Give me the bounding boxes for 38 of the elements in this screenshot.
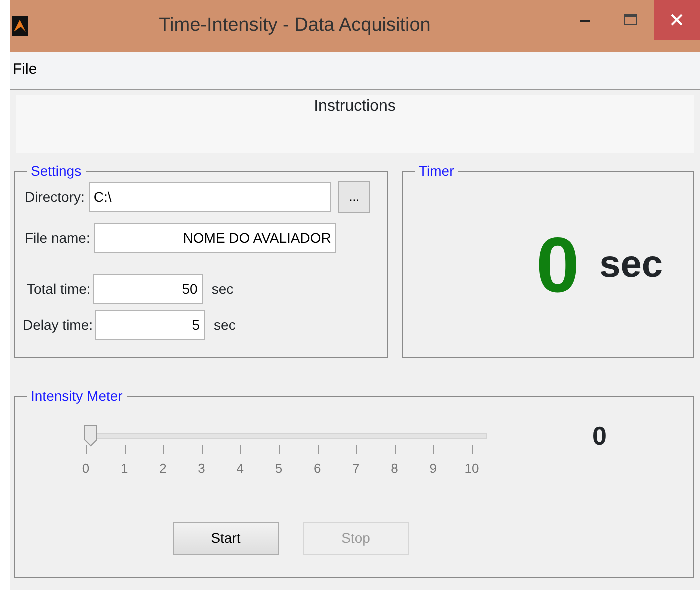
window-title: Time-Intensity - Data Acquisition: [158, 14, 432, 38]
tick-label: 8: [391, 460, 398, 478]
timer-value: 0: [536, 226, 580, 304]
panel-title: Timer: [415, 163, 458, 179]
timer-unit: sec: [600, 246, 663, 284]
maximize-icon: [624, 14, 638, 26]
close-icon: [671, 14, 683, 26]
tick-label: 1: [120, 460, 128, 478]
unit-label: sec: [214, 316, 236, 334]
slider-thumb[interactable]: [84, 425, 98, 447]
slider[interactable]: [83, 424, 487, 447]
file-name-field[interactable]: NOME DO AVALIADOR: [94, 223, 336, 253]
tick-label: 4: [236, 460, 244, 478]
field-label: Directory:: [25, 188, 85, 207]
tick-label: 6: [314, 460, 322, 478]
tick-label: 7: [352, 460, 360, 478]
tick-label: 10: [464, 460, 480, 478]
browse-button[interactable]: ...: [338, 181, 370, 213]
field-label: Delay time:: [23, 316, 94, 335]
panel-title: Settings: [27, 163, 86, 179]
intensity-reading: 0: [592, 420, 607, 453]
delay-time-field[interactable]: 5: [95, 310, 206, 340]
tick-label: 2: [160, 460, 167, 478]
instructions-text: Instructions: [314, 98, 396, 115]
directory-field[interactable]: C:\: [88, 182, 331, 212]
unit-label: sec: [212, 280, 234, 298]
field-label: File name:: [25, 228, 90, 248]
tick-label: 5: [275, 460, 283, 478]
field-label: Total time:: [27, 280, 91, 298]
action-button[interactable]: Start: [173, 522, 279, 555]
panel-title: Intensity Meter: [27, 388, 127, 404]
total-time-field[interactable]: 50: [92, 274, 203, 304]
menu-item[interactable]: File: [12, 59, 38, 82]
app-icon: [12, 16, 28, 36]
tick-label: 3: [198, 460, 206, 478]
close-button[interactable]: [654, 0, 700, 40]
tick-label: 9: [430, 460, 437, 478]
tick-label: 0: [82, 460, 90, 478]
